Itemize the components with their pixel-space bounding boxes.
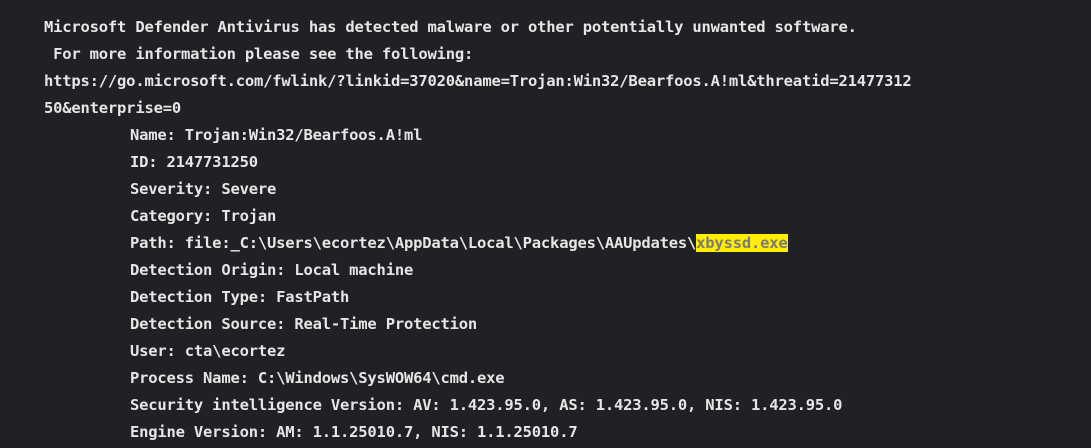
alert-headline: Microsoft Defender Antivirus has detecte… <box>44 18 857 36</box>
threat-id: ID: 2147731250 <box>130 153 258 171</box>
defender-alert-log: Microsoft Defender Antivirus has detecte… <box>0 0 1091 448</box>
threat-category: Category: Trojan <box>130 207 277 225</box>
threat-url-line-1[interactable]: https://go.microsoft.com/fwlink/?linkid=… <box>44 68 1091 95</box>
security-intelligence-version: Security intelligence Version: AV: 1.423… <box>130 396 843 414</box>
threat-path: Path: file:_C:\Users\ecortez\AppData\Loc… <box>44 230 1091 257</box>
threat-url-line-2[interactable]: 50&enterprise=0 <box>44 95 1091 122</box>
engine-version: Engine Version: AM: 1.1.25010.7, NIS: 1.… <box>130 423 578 441</box>
process-name: Process Name: C:\Windows\SysWOW64\cmd.ex… <box>130 369 505 387</box>
threat-path-prefix: Path: file:_C:\Users\ecortez\AppData\Loc… <box>130 234 697 252</box>
detection-type: Detection Type: FastPath <box>130 288 350 306</box>
more-info-text: For more information please see the foll… <box>44 45 474 63</box>
threat-name: Name: Trojan:Win32/Bearfoos.A!ml <box>130 126 423 144</box>
detection-origin: Detection Origin: Local machine <box>130 261 414 279</box>
detection-source: Detection Source: Real-Time Protection <box>130 315 478 333</box>
detection-user: User: cta\ecortez <box>130 342 286 360</box>
highlighted-filename: xbyssd.exe <box>696 234 788 252</box>
threat-severity: Severity: Severe <box>130 180 277 198</box>
